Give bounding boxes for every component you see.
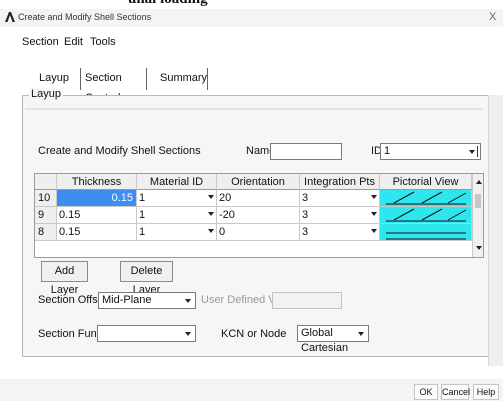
window-title: Create and Modify Shell Sections bbox=[18, 12, 152, 22]
pictorial-cell bbox=[380, 207, 472, 224]
menu-section[interactable]: Section bbox=[22, 36, 59, 48]
section-function-select[interactable] bbox=[97, 325, 196, 342]
col-header-pictorial: Pictorial View bbox=[380, 174, 472, 190]
material-value: 1 bbox=[139, 209, 146, 221]
material-value: 1 bbox=[139, 192, 146, 204]
chevron-down-icon bbox=[371, 195, 377, 199]
orientation-value: 20 bbox=[219, 192, 232, 204]
id-value: 1 bbox=[384, 145, 391, 157]
col-header-material: Material ID bbox=[137, 174, 217, 190]
orientation-cell[interactable]: 0 bbox=[217, 224, 300, 241]
help-button[interactable]: Help bbox=[473, 384, 499, 400]
id-dropdown-bar bbox=[477, 146, 478, 157]
tab-layup-label: Layup bbox=[39, 72, 69, 84]
add-layer-button[interactable]: Add Layer bbox=[41, 261, 88, 296]
section-offset-select[interactable]: Mid-Plane bbox=[98, 292, 196, 309]
layer-flat-icon bbox=[386, 232, 466, 240]
material-value: 1 bbox=[139, 226, 146, 238]
material-cell[interactable]: 1 bbox=[137, 190, 217, 207]
close-button[interactable]: X bbox=[489, 11, 496, 23]
tab-section-controls[interactable]: Section Controls bbox=[80, 68, 147, 104]
chevron-down-icon bbox=[185, 299, 191, 303]
layer-angle-icon bbox=[386, 208, 467, 222]
name-input[interactable] bbox=[270, 143, 342, 160]
integration-cell[interactable]: 3 bbox=[300, 207, 380, 224]
thickness-cell[interactable]: 0.15 bbox=[57, 207, 137, 224]
section-label: Create and Modify Shell Sections bbox=[38, 145, 201, 157]
row-header-corner bbox=[35, 174, 57, 190]
kcn-value: Global Cartesian bbox=[301, 327, 349, 354]
chevron-down-icon bbox=[208, 195, 214, 199]
material-cell[interactable]: 1 bbox=[137, 224, 217, 241]
integration-value: 3 bbox=[302, 226, 309, 238]
menu-tools[interactable]: Tools bbox=[90, 36, 116, 48]
top-cut-label: unal loading bbox=[128, 0, 208, 8]
id-select[interactable]: 1 bbox=[380, 143, 481, 160]
thickness-cell[interactable]: 0.15 bbox=[57, 190, 137, 207]
layer-angle-icon bbox=[386, 191, 467, 205]
cancel-button[interactable]: Cancel bbox=[441, 384, 470, 400]
group-border bbox=[25, 108, 483, 110]
integration-cell[interactable]: 3 bbox=[300, 224, 380, 241]
kcn-label: KCN or Node bbox=[221, 328, 287, 340]
row-number: 9 bbox=[35, 207, 57, 224]
section-offset-label: Section Offset bbox=[38, 294, 107, 306]
chevron-down-icon bbox=[185, 332, 191, 336]
top-cut-text: unal loading bbox=[0, 0, 503, 9]
tab-summary-label: Summary bbox=[160, 72, 208, 84]
integration-value: 3 bbox=[302, 209, 309, 221]
tab-summary[interactable]: Summary bbox=[150, 68, 208, 90]
orientation-value: -20 bbox=[219, 209, 235, 221]
app-logo-icon bbox=[5, 12, 15, 22]
integration-cell[interactable]: 3 bbox=[300, 190, 380, 207]
material-cell[interactable]: 1 bbox=[137, 207, 217, 224]
table-scrollbar[interactable] bbox=[472, 174, 483, 257]
chevron-down-icon bbox=[371, 229, 377, 233]
orientation-value: 0 bbox=[219, 226, 226, 238]
pictorial-cell bbox=[380, 190, 472, 207]
layers-table: Thickness Material ID Orientation Integr… bbox=[34, 173, 484, 258]
row-number: 8 bbox=[35, 224, 57, 241]
section-offset-value: Mid-Plane bbox=[102, 294, 152, 306]
orientation-cell[interactable]: -20 bbox=[217, 207, 300, 224]
tab-layup[interactable]: Layup bbox=[33, 68, 77, 90]
col-header-thickness: Thickness bbox=[57, 174, 137, 190]
orientation-cell[interactable]: 20 bbox=[217, 190, 300, 207]
chevron-up-icon[interactable] bbox=[476, 180, 482, 184]
col-header-integration: Integration Pts bbox=[300, 174, 380, 190]
delete-layer-button[interactable]: Delete Layer bbox=[120, 261, 173, 296]
layup-group-label: Layup bbox=[29, 88, 63, 100]
row-number: 10 bbox=[35, 190, 57, 207]
chevron-down-icon[interactable] bbox=[476, 246, 482, 250]
chevron-down-icon bbox=[358, 332, 364, 336]
menu-edit[interactable]: Edit bbox=[64, 36, 83, 48]
user-defined-input[interactable] bbox=[272, 292, 342, 309]
thickness-cell[interactable]: 0.15 bbox=[57, 224, 137, 241]
chevron-down-icon bbox=[208, 229, 214, 233]
pictorial-cell bbox=[380, 224, 472, 241]
chevron-down-icon bbox=[371, 212, 377, 216]
chevron-down-icon bbox=[469, 150, 475, 154]
col-header-orientation: Orientation bbox=[217, 174, 300, 190]
chevron-down-icon bbox=[208, 212, 214, 216]
ok-button[interactable]: OK bbox=[414, 384, 438, 400]
scroll-thumb[interactable] bbox=[475, 194, 481, 208]
window-scrollbar[interactable] bbox=[488, 95, 503, 366]
kcn-select[interactable]: Global Cartesian bbox=[297, 325, 369, 354]
integration-value: 3 bbox=[302, 192, 309, 204]
